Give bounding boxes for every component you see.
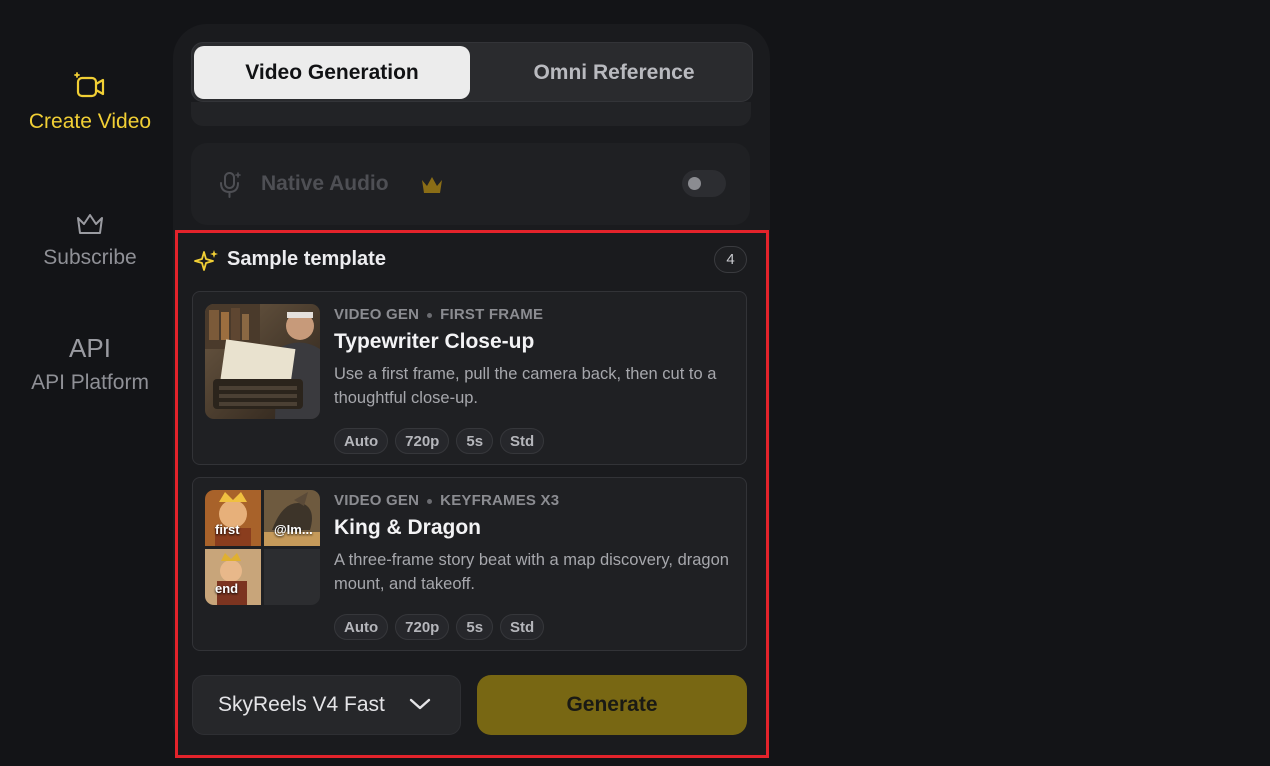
- card-title: Typewriter Close-up: [334, 330, 535, 353]
- keyframes-thumbnail: first @Im... end: [205, 490, 320, 605]
- meta-mode: KEYFRAMES X3: [440, 492, 560, 509]
- nav-subscribe-label: Subscribe: [43, 246, 137, 269]
- card-chips: Auto 720p 5s Std: [334, 428, 545, 454]
- chip-ratio: Auto: [334, 428, 389, 454]
- keyframe-end-label: end: [215, 581, 239, 596]
- keyframe-first: first: [205, 490, 261, 546]
- nav-subscribe[interactable]: Subscribe: [0, 208, 180, 270]
- card-title: King & Dragon: [334, 516, 481, 539]
- keyframe-middle-label: @Im...: [274, 522, 313, 537]
- meta-type: VIDEO GEN: [334, 306, 420, 323]
- chip-quality: Std: [500, 614, 545, 640]
- chip-duration: 5s: [456, 614, 494, 640]
- keyframe-empty-slot: [264, 549, 320, 605]
- keyframe-first-label: first: [215, 522, 240, 537]
- chip-resolution: 720p: [395, 428, 450, 454]
- native-audio-label: Native Audio: [261, 172, 389, 195]
- template-card-king-dragon[interactable]: first @Im... end VIDEO GEN KEYFRAMES X3 K…: [192, 477, 747, 651]
- meta-type: VIDEO GEN: [334, 492, 420, 509]
- tab-underpanel: [191, 102, 751, 126]
- model-selector-value: SkyReels V4 Fast: [218, 693, 385, 716]
- card-description: Use a first frame, pull the camera back,…: [334, 365, 717, 407]
- meta-separator: [427, 312, 433, 318]
- sparkle-icon: [194, 250, 218, 271]
- card-description: A three-frame story beat with a map disc…: [334, 551, 729, 593]
- toggle-knob: [688, 177, 701, 190]
- video-camera-icon: [74, 72, 105, 98]
- meta-mode: FIRST FRAME: [440, 306, 544, 323]
- tab-omni-reference[interactable]: Omni Reference: [476, 46, 752, 99]
- sample-template-label: Sample template: [227, 248, 386, 270]
- template-count-badge: 4: [714, 246, 747, 273]
- model-selector[interactable]: SkyReels V4 Fast: [192, 675, 461, 735]
- chip-ratio: Auto: [334, 614, 389, 640]
- nav-api-platform-label: API Platform: [31, 371, 149, 394]
- microphone-icon: [220, 172, 241, 198]
- chip-duration: 5s: [456, 428, 494, 454]
- side-nav: Create Video Subscribe API API Platform: [0, 0, 180, 766]
- native-audio-row: Native Audio: [191, 143, 750, 225]
- typewriter-image: [205, 304, 320, 419]
- template-card-typewriter[interactable]: VIDEO GEN FIRST FRAME Typewriter Close-up…: [192, 291, 747, 465]
- tab-video-generation[interactable]: Video Generation: [194, 46, 470, 99]
- meta-separator: [427, 498, 433, 504]
- native-audio-toggle[interactable]: [682, 170, 726, 197]
- nav-api-platform[interactable]: API API Platform: [0, 333, 180, 395]
- keyframe-end: end: [205, 549, 261, 605]
- keyframe-middle: @Im...: [264, 490, 320, 546]
- chevron-down-icon: [409, 698, 431, 710]
- chip-quality: Std: [500, 428, 545, 454]
- card-chips: Auto 720p 5s Std: [334, 614, 545, 640]
- premium-crown-icon: [422, 177, 442, 193]
- generate-button[interactable]: Generate: [477, 675, 747, 735]
- card-meta: VIDEO GEN KEYFRAMES X3: [334, 492, 559, 509]
- api-icon: API: [69, 333, 111, 363]
- crown-outline-icon: [77, 214, 103, 234]
- mode-tabs: Video Generation Omni Reference: [191, 42, 753, 102]
- typewriter-thumbnail: [205, 304, 320, 419]
- card-meta: VIDEO GEN FIRST FRAME: [334, 306, 543, 323]
- sample-template-header: Sample template 4: [192, 244, 752, 276]
- chip-resolution: 720p: [395, 614, 450, 640]
- nav-create-video-label: Create Video: [28, 110, 152, 133]
- nav-create-video[interactable]: Create Video: [0, 70, 180, 134]
